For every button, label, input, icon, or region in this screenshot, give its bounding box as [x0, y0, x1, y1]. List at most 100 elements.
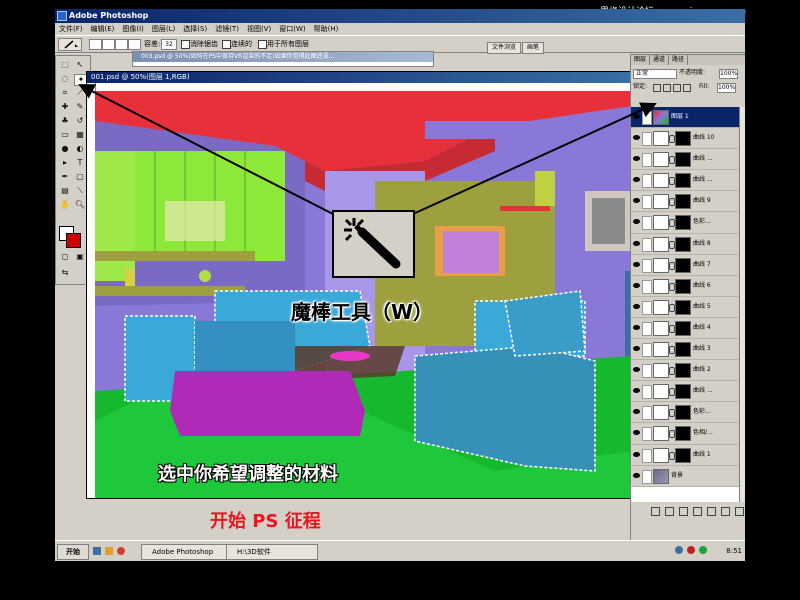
eye-visibility-icon[interactable]	[633, 346, 640, 352]
lasso-tool-icon[interactable]: ◌	[59, 74, 71, 84]
layer-link-box[interactable]	[642, 279, 652, 294]
layer-link-box[interactable]	[642, 385, 652, 400]
layers-scrollbar[interactable]	[739, 107, 745, 502]
blur-tool-icon[interactable]: ●	[59, 144, 71, 154]
layer-link-box[interactable]	[642, 406, 652, 421]
opacity-input[interactable]: 100%	[719, 69, 739, 79]
layer-link-box[interactable]	[642, 153, 652, 168]
healing-brush-icon[interactable]: ✚	[59, 102, 71, 112]
file-browser-tab[interactable]: 文件浏览	[487, 42, 522, 54]
layer-row[interactable]: 曲线 ...	[631, 170, 739, 192]
layer-link-box[interactable]	[642, 111, 652, 125]
tab-channels[interactable]: 通道	[650, 55, 670, 65]
new-layer-icon[interactable]	[721, 507, 730, 516]
layer-link-box[interactable]	[642, 132, 652, 147]
layer-row[interactable]: 曲线 8	[631, 233, 739, 255]
layer-link-box[interactable]	[642, 258, 652, 273]
eye-visibility-icon[interactable]	[633, 177, 640, 183]
menu-layer[interactable]: 图层(L)	[148, 23, 179, 35]
eye-visibility-icon[interactable]	[633, 409, 640, 415]
eye-visibility-icon[interactable]	[633, 472, 640, 478]
layer-link-box[interactable]	[642, 174, 652, 189]
fill-input[interactable]: 100%	[717, 83, 737, 93]
menu-edit[interactable]: 编辑(E)	[87, 23, 119, 35]
quicklaunch-ie-icon[interactable]	[93, 547, 101, 555]
history-brush-icon[interactable]: ↺	[74, 116, 86, 126]
pen-tool-icon[interactable]: ✒	[59, 172, 71, 182]
layer-row[interactable]: 曲线 9	[631, 191, 739, 213]
dodge-tool-icon[interactable]: ◐	[74, 144, 86, 154]
start-button[interactable]: 开始	[57, 544, 89, 560]
trash-icon[interactable]	[735, 507, 744, 516]
layer-row[interactable]: 曲线 ...	[631, 381, 739, 403]
quicklaunch-app-icon[interactable]	[117, 547, 125, 555]
tray-volume-icon[interactable]	[699, 546, 707, 554]
tolerance-input[interactable]: 32	[161, 39, 177, 50]
new-selection-button[interactable]	[89, 39, 102, 50]
layer-mask-icon[interactable]	[679, 507, 688, 516]
new-layer-set-icon[interactable]	[707, 507, 716, 516]
antialias-checkbox[interactable]	[181, 40, 190, 49]
eye-visibility-icon[interactable]	[633, 388, 640, 394]
layer-link-box[interactable]	[642, 237, 652, 252]
link-layers-icon[interactable]	[651, 507, 660, 516]
zoom-tool-icon[interactable]: 🔍︎	[74, 200, 86, 210]
menu-view[interactable]: 视图(V)	[243, 23, 275, 35]
gradient-tool-icon[interactable]: ▦	[74, 130, 86, 140]
document-title-bar[interactable]: 001.psd @ 50%(图层 1,RGB)	[87, 72, 632, 83]
eye-visibility-icon[interactable]	[633, 430, 640, 436]
layer-row[interactable]: 曲线 6	[631, 275, 739, 297]
screen-mode-icon[interactable]: ▣	[74, 252, 86, 262]
new-adjustment-layer-icon[interactable]	[693, 507, 702, 516]
all-layers-checkbox[interactable]	[258, 40, 267, 49]
crop-tool-icon[interactable]: ⌗	[59, 88, 71, 98]
taskbar-photoshop-button[interactable]: Adobe Photoshop	[141, 544, 231, 560]
marquee-tool-icon[interactable]: ⬚	[59, 60, 71, 70]
layer-row[interactable]: 曲线 1	[631, 444, 739, 466]
menu-image[interactable]: 图像(I)	[118, 23, 148, 35]
layer-row[interactable]: 色彩...	[631, 212, 739, 234]
eye-visibility-icon[interactable]	[633, 219, 640, 225]
hand-tool-icon[interactable]: ✋	[59, 200, 71, 210]
eye-visibility-icon[interactable]	[633, 324, 640, 330]
eye-visibility-icon[interactable]	[633, 261, 640, 267]
jump-to-imageready-icon[interactable]: ⇆	[59, 268, 71, 278]
background-document-window[interactable]: 003.psd @ 50%(如何在PS中保持VR渲染的不足)如果你觉得此图还没.…	[132, 51, 434, 67]
eye-visibility-icon[interactable]	[633, 451, 640, 457]
background-color-swatch[interactable]	[66, 233, 81, 248]
notes-tool-icon[interactable]: ▤	[59, 186, 71, 196]
eye-visibility-icon[interactable]	[633, 156, 640, 162]
layer-row[interactable]: 曲线 10	[631, 128, 739, 150]
eyedropper-tool-icon[interactable]: ⟍	[74, 186, 86, 196]
brush-tool-icon[interactable]: ✎	[74, 102, 86, 112]
eye-visibility-icon[interactable]	[633, 303, 640, 309]
quick-mask-icon[interactable]: ◻	[59, 252, 71, 262]
eye-visibility-icon[interactable]	[633, 198, 640, 204]
eye-visibility-icon[interactable]	[633, 282, 640, 288]
eye-visibility-icon[interactable]	[633, 114, 640, 119]
menu-select[interactable]: 选择(S)	[179, 23, 211, 35]
layer-row[interactable]: 曲线 ...	[631, 149, 739, 171]
path-selection-icon[interactable]: ▸	[59, 158, 71, 168]
layer-link-box[interactable]	[642, 364, 652, 379]
add-selection-button[interactable]	[102, 39, 115, 50]
tab-paths[interactable]: 路径	[669, 55, 689, 65]
layer-link-box[interactable]	[642, 300, 652, 315]
quicklaunch-folder-icon[interactable]	[105, 547, 113, 555]
layer-row[interactable]: 曲线 3	[631, 339, 739, 361]
tray-antivirus-icon[interactable]	[687, 546, 695, 554]
layer-row[interactable]: 背景	[631, 465, 739, 487]
layer-row[interactable]: 图层 1	[631, 107, 739, 129]
layer-link-box[interactable]	[642, 216, 652, 231]
layer-row[interactable]: 色彩...	[631, 402, 739, 424]
taskbar-folder-button[interactable]: H:\3D软件	[226, 544, 318, 560]
lock-all-icon[interactable]	[683, 84, 691, 92]
layer-link-box[interactable]	[642, 321, 652, 336]
eraser-tool-icon[interactable]: ▭	[59, 130, 71, 140]
layer-link-box[interactable]	[642, 469, 652, 484]
tab-layers[interactable]: 图层	[631, 55, 651, 65]
image-canvas[interactable]	[95, 91, 632, 498]
layer-row[interactable]: 曲线 4	[631, 317, 739, 340]
clone-stamp-icon[interactable]: ♣	[59, 116, 71, 126]
layer-link-box[interactable]	[642, 427, 652, 442]
